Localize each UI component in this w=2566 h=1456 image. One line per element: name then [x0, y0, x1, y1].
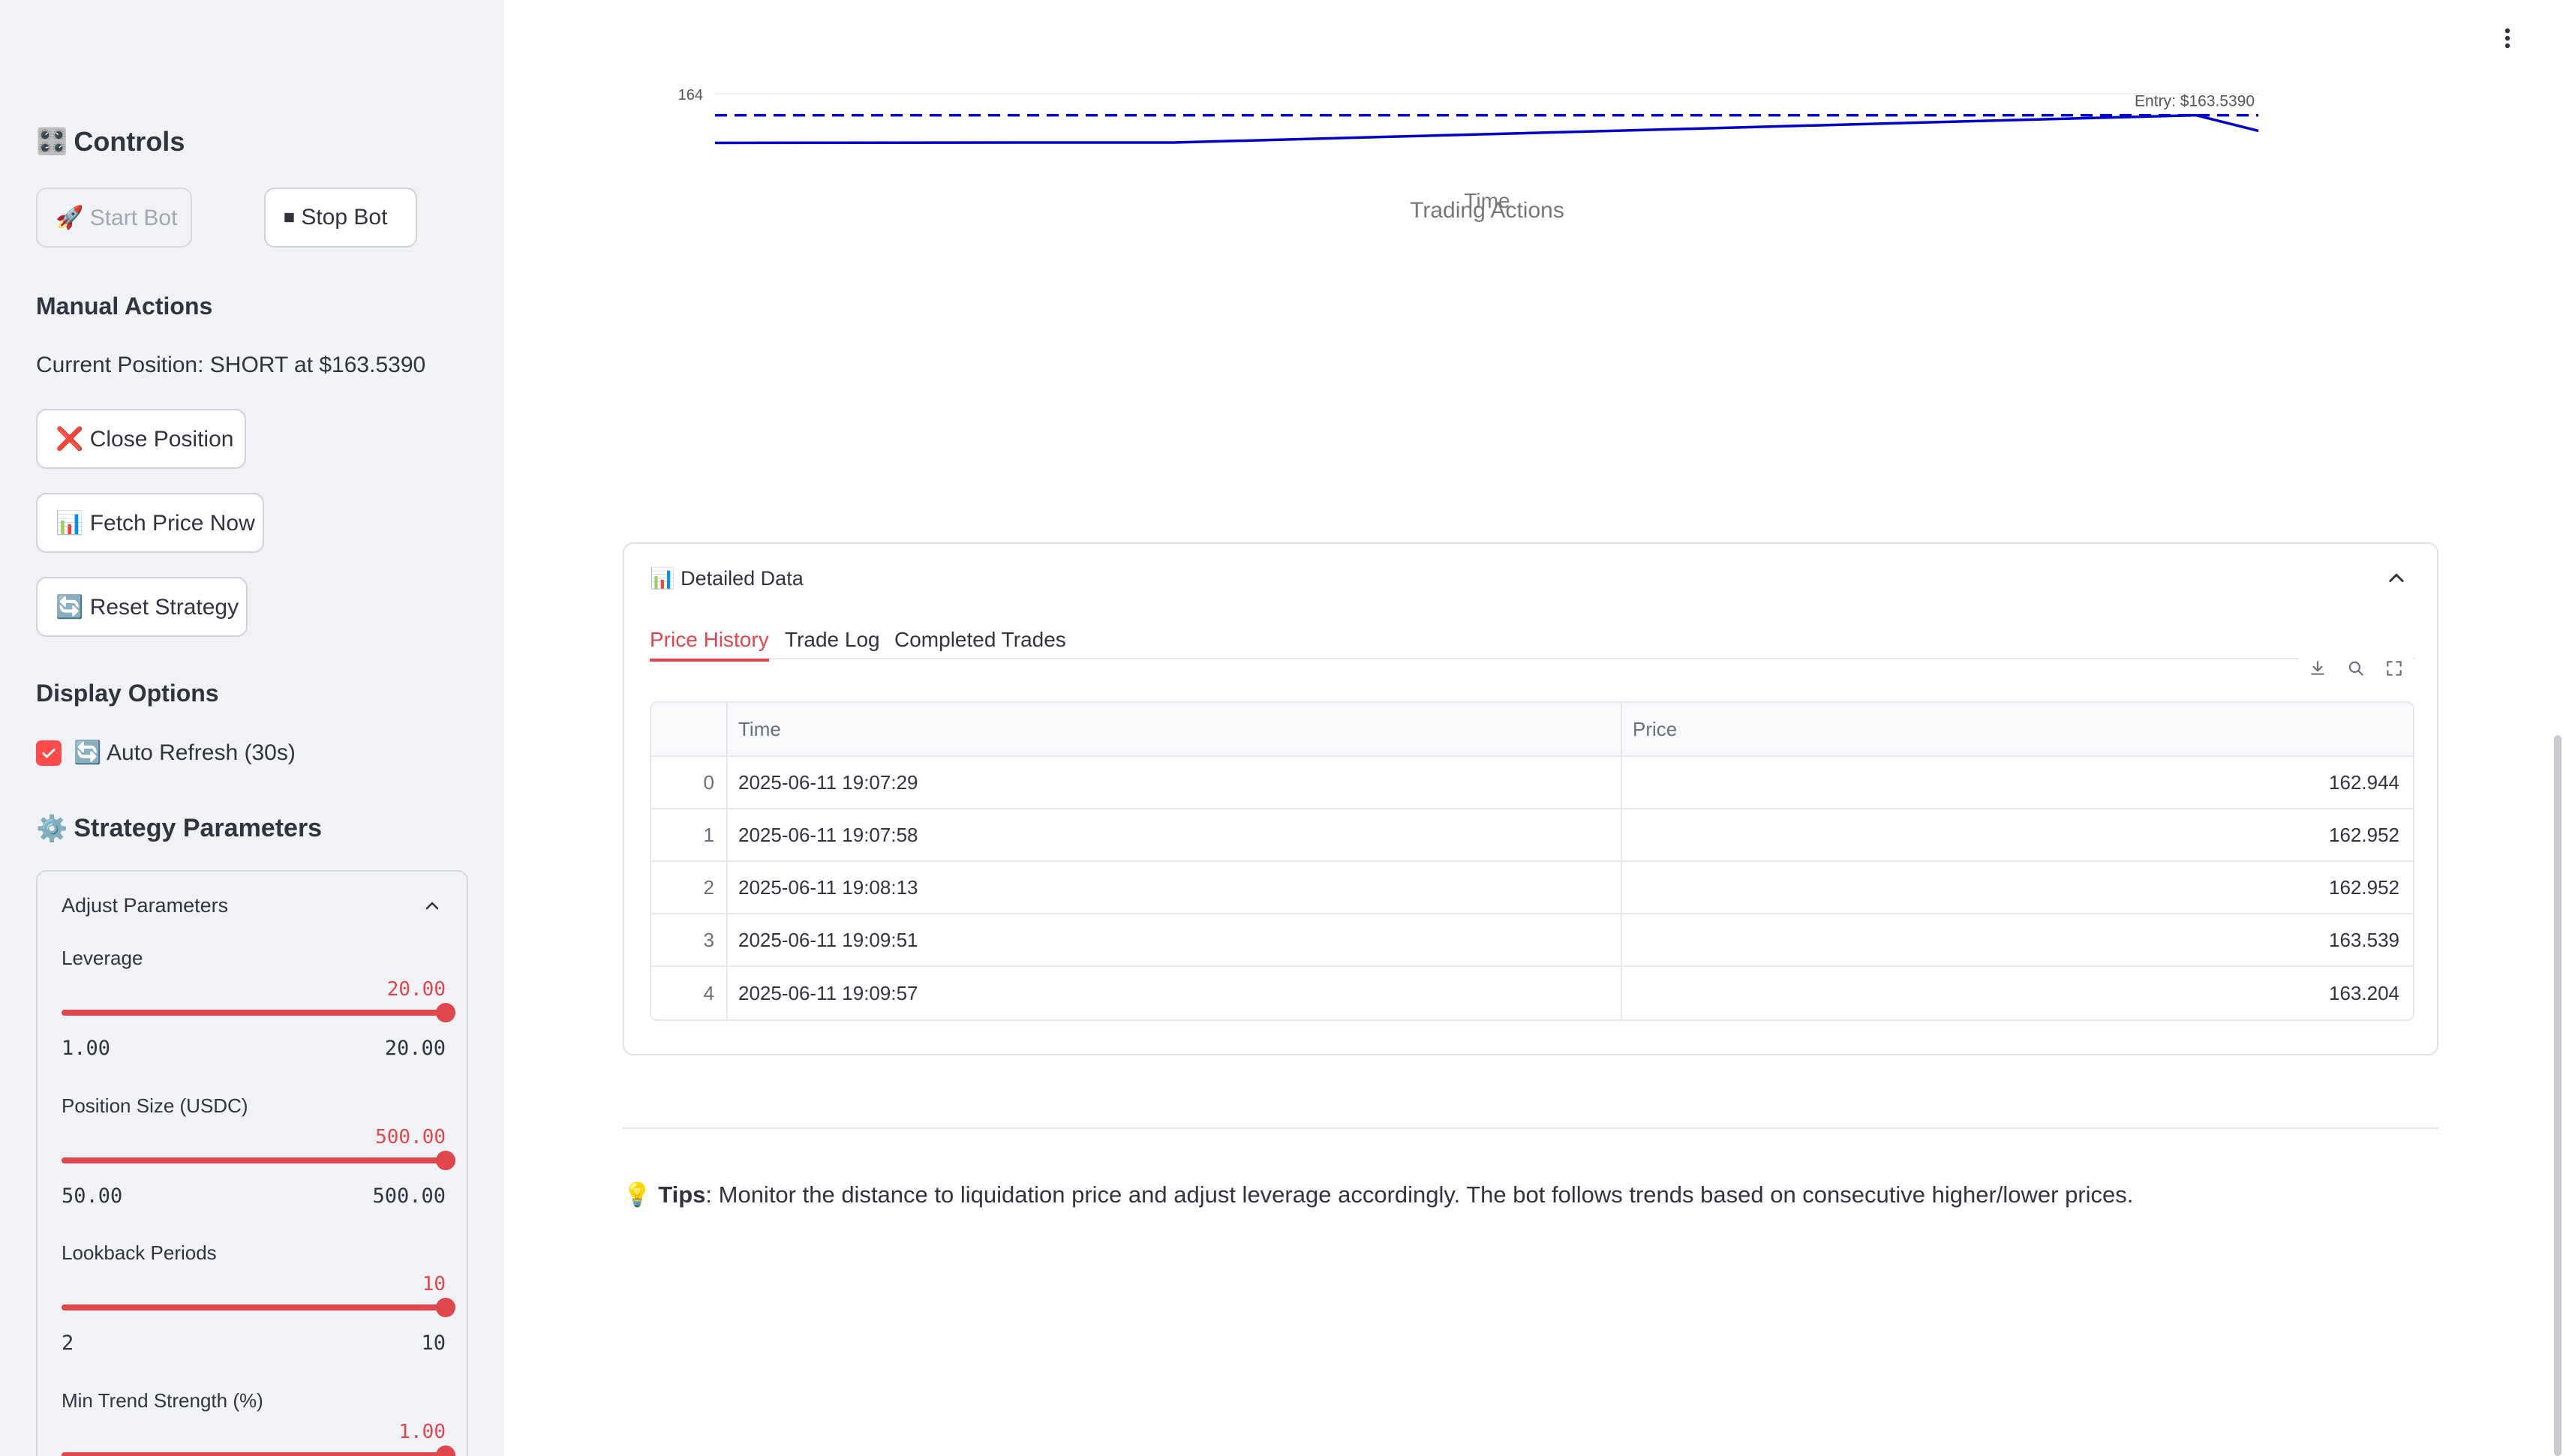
price-cell[interactable]: 163.539	[1622, 914, 2413, 965]
row-index: 0	[651, 757, 728, 808]
slider-max: 10	[421, 1331, 446, 1355]
detailed-data-expander: 📊 Detailed Data Price History Trade Log …	[623, 542, 2438, 1055]
slider-label: Lookback Periods	[62, 1241, 217, 1264]
slider-fill	[62, 1304, 446, 1310]
page-scrollbar[interactable]	[2554, 735, 2561, 1456]
slider-value: 500.00	[375, 1126, 446, 1148]
slider-track[interactable]	[62, 1298, 455, 1317]
time-cell[interactable]: 2025-06-11 19:07:29	[728, 757, 1622, 808]
price-cell[interactable]: 162.952	[1622, 809, 2413, 860]
row-index: 1	[651, 809, 728, 860]
slider-min: 1.00	[62, 1037, 111, 1060]
table-row: 3 2025-06-11 19:09:51 163.539	[651, 914, 2413, 967]
slider-thumb[interactable]	[436, 1003, 455, 1022]
price-cell[interactable]: 162.952	[1622, 862, 2413, 913]
tab-price-history[interactable]: Price History	[650, 628, 769, 662]
slider-value: 20.00	[386, 978, 446, 1001]
price-header[interactable]: Price	[1622, 703, 2413, 755]
download-icon[interactable]	[2308, 659, 2327, 678]
chevron-up-icon[interactable]	[423, 897, 441, 915]
slider-fill	[62, 1157, 446, 1163]
lookback-periods-slider[interactable]: Lookback Periods 10 2 10	[62, 1241, 455, 1361]
tab-trade-log[interactable]: Trade Log	[785, 628, 880, 659]
tab-completed-trades[interactable]: Completed Trades	[894, 628, 1066, 659]
time-cell[interactable]: 2025-06-11 19:09:57	[728, 967, 1622, 1019]
slider-track[interactable]	[62, 1445, 455, 1456]
manual-actions-heading: Manual Actions	[36, 293, 213, 320]
auto-refresh-label[interactable]: 🔄 Auto Refresh (30s)	[74, 740, 296, 766]
price-history-table: Time Price 0 2025-06-11 19:07:29 162.944…	[650, 701, 2414, 1021]
adjust-parameters-title[interactable]: Adjust Parameters	[62, 894, 228, 917]
slider-track[interactable]	[62, 1151, 455, 1170]
slider-fill	[62, 1452, 446, 1456]
search-icon[interactable]	[2346, 659, 2366, 678]
y-tick-label: 164	[678, 87, 703, 104]
table-toolbar	[2299, 649, 2413, 688]
price-series-line	[714, 113, 2259, 145]
adjust-parameters-expander: Adjust Parameters Leverage 20.00 1.00 20…	[36, 870, 468, 1456]
fullscreen-icon[interactable]	[2384, 659, 2404, 678]
reset-strategy-button[interactable]: 🔄 Reset Strategy	[36, 577, 248, 637]
slider-track[interactable]	[62, 1003, 455, 1022]
slider-min: 2	[62, 1331, 74, 1355]
slider-thumb[interactable]	[436, 1298, 455, 1317]
time-cell[interactable]: 2025-06-11 19:07:58	[728, 809, 1622, 860]
auto-refresh-checkbox[interactable]	[36, 740, 62, 766]
index-header	[651, 703, 728, 755]
slider-min: 50.00	[62, 1184, 123, 1208]
detailed-data-title[interactable]: 📊 Detailed Data	[650, 566, 804, 590]
time-header[interactable]: Time	[728, 703, 1622, 755]
sidebar: 🎛️ Controls 🚀 Start Bot ⏹ Stop Bot Manua…	[0, 0, 504, 1456]
price-chart: 164 Entry: $163.5390 Time Trading Action…	[678, 87, 2259, 223]
table-row: 1 2025-06-11 19:07:58 162.952	[651, 809, 2413, 862]
slider-thumb[interactable]	[436, 1445, 455, 1456]
leverage-slider[interactable]: Leverage 20.00 1.00 20.00	[62, 947, 455, 1067]
controls-heading: 🎛️ Controls	[36, 126, 185, 157]
chart-title: Trading Actions	[1410, 198, 1564, 223]
tips-text: 💡 Tips: Monitor the distance to liquidat…	[623, 1181, 2133, 1208]
close-position-button[interactable]: ❌ Close Position	[36, 409, 246, 469]
strategy-parameters-heading: ⚙️ Strategy Parameters	[36, 814, 323, 843]
display-options-heading: Display Options	[36, 680, 219, 707]
data-tabs: Price History Trade Log Completed Trades	[650, 628, 2414, 662]
check-icon	[42, 749, 56, 758]
current-position-text: Current Position: SHORT at $163.5390	[36, 353, 426, 377]
slider-fill	[62, 1010, 446, 1016]
position-size-slider[interactable]: Position Size (USDC) 500.00 50.00 500.00	[62, 1094, 455, 1214]
tips-body: : Monitor the distance to liquidation pr…	[705, 1181, 2134, 1208]
time-cell[interactable]: 2025-06-11 19:08:13	[728, 862, 1622, 913]
fetch-price-button[interactable]: 📊 Fetch Price Now	[36, 493, 264, 553]
min-trend-strength-slider[interactable]: Min Trend Strength (%) 1.00	[62, 1389, 455, 1456]
table-header: Time Price	[651, 703, 2413, 757]
slider-label: Min Trend Strength (%)	[62, 1389, 263, 1412]
lightbulb-icon: 💡	[623, 1181, 652, 1208]
row-index: 3	[651, 914, 728, 965]
divider	[623, 1127, 2438, 1129]
slider-label: Position Size (USDC)	[62, 1094, 248, 1117]
price-cell[interactable]: 162.944	[1622, 757, 2413, 808]
slider-thumb[interactable]	[436, 1151, 455, 1170]
stop-bot-button[interactable]: ⏹ Stop Bot	[264, 188, 417, 248]
slider-max: 500.00	[372, 1184, 446, 1208]
entry-label: Entry: $163.5390	[2135, 93, 2255, 110]
time-cell[interactable]: 2025-06-11 19:09:51	[728, 914, 1622, 965]
table-row: 2 2025-06-11 19:08:13 162.952	[651, 862, 2413, 914]
tips-label: Tips	[658, 1181, 706, 1208]
slider-value: 10	[422, 1273, 446, 1295]
row-index: 2	[651, 862, 728, 913]
slider-max: 20.00	[384, 1037, 446, 1060]
slider-value: 1.00	[398, 1421, 446, 1443]
row-index: 4	[651, 967, 728, 1019]
table-row: 4 2025-06-11 19:09:57 163.204	[651, 967, 2413, 1019]
price-cell[interactable]: 163.204	[1622, 967, 2413, 1019]
slider-label: Leverage	[62, 947, 143, 969]
control-knobs-icon: 🎛️	[36, 128, 68, 156]
table-row: 0 2025-06-11 19:07:29 162.944	[651, 757, 2413, 809]
chevron-up-icon[interactable]	[2386, 568, 2407, 589]
gear-icon: ⚙️	[36, 814, 68, 843]
start-bot-button[interactable]: 🚀 Start Bot	[36, 188, 192, 248]
main-menu-icon[interactable]	[2498, 26, 2516, 51]
